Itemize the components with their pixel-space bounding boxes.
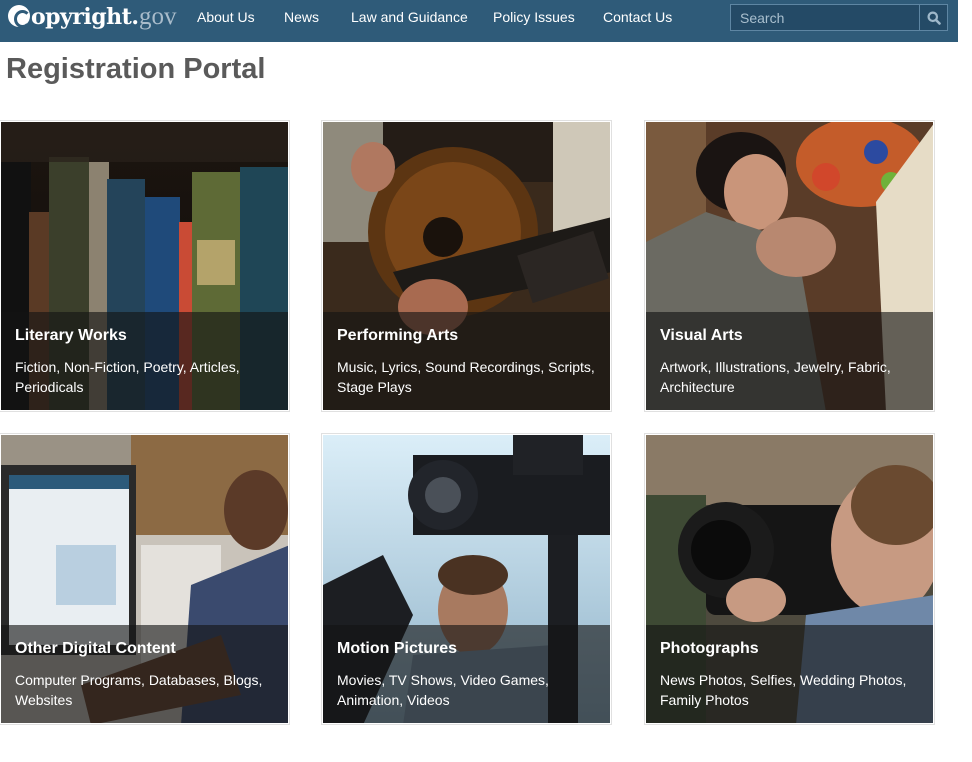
logo-text: opyright — [31, 4, 132, 30]
card-description: Computer Programs, Databases, Blogs, Web… — [15, 672, 263, 708]
card-performing-arts[interactable]: Performing Arts Music, Lyrics, Sound Rec… — [321, 120, 612, 412]
logo-tld: gov — [139, 3, 177, 30]
card-description: Movies, TV Shows, Video Games, Animation… — [337, 672, 549, 708]
card-description: Artwork, Illustrations, Jewelry, Fabric,… — [660, 359, 891, 395]
card-caption: Performing Arts Music, Lyrics, Sound Rec… — [323, 312, 610, 410]
card-other-digital-content[interactable]: Other Digital Content Computer Programs,… — [0, 433, 290, 725]
card-photographs[interactable]: Photographs News Photos, Selfies, Weddin… — [644, 433, 935, 725]
nav-contact-us[interactable]: Contact Us — [603, 9, 672, 25]
search-button[interactable] — [919, 5, 947, 30]
card-title: Visual Arts — [660, 327, 743, 344]
card-description: Music, Lyrics, Sound Recordings, Scripts… — [337, 359, 595, 395]
search-icon — [927, 11, 941, 25]
card-caption: Other Digital Content Computer Programs,… — [1, 625, 288, 723]
site-logo[interactable]: opyright. gov — [8, 2, 177, 34]
card-caption: Literary Works Fiction, Non-Fiction, Poe… — [1, 312, 288, 410]
card-literary-works[interactable]: Literary Works Fiction, Non-Fiction, Poe… — [0, 120, 290, 412]
card-title: Motion Pictures — [337, 640, 458, 657]
card-visual-arts[interactable]: Visual Arts Artwork, Illustrations, Jewe… — [644, 120, 935, 412]
nav-about-us[interactable]: About Us — [197, 9, 255, 25]
card-title: Literary Works — [15, 327, 127, 344]
page-title: Registration Portal — [6, 53, 266, 85]
card-caption: Photographs News Photos, Selfies, Weddin… — [646, 625, 933, 723]
logo-dot: . — [131, 4, 139, 30]
card-description: News Photos, Selfies, Wedding Photos, Fa… — [660, 672, 907, 708]
nav-news[interactable]: News — [284, 9, 319, 25]
top-navbar: opyright. gov About Us News Law and Guida… — [0, 0, 958, 42]
card-motion-pictures[interactable]: Motion Pictures Movies, TV Shows, Video … — [321, 433, 612, 725]
nav-law-and-guidance[interactable]: Law and Guidance — [351, 9, 468, 25]
card-caption: Visual Arts Artwork, Illustrations, Jewe… — [646, 312, 933, 410]
nav-policy-issues[interactable]: Policy Issues — [493, 9, 575, 25]
card-caption: Motion Pictures Movies, TV Shows, Video … — [323, 625, 610, 723]
card-title: Other Digital Content — [15, 640, 176, 657]
card-description: Fiction, Non-Fiction, Poetry, Articles, … — [15, 359, 240, 395]
search-form — [730, 4, 948, 31]
card-title: Photographs — [660, 640, 759, 657]
copyright-c-icon — [8, 5, 31, 28]
search-input[interactable] — [731, 5, 919, 30]
card-title: Performing Arts — [337, 327, 459, 344]
